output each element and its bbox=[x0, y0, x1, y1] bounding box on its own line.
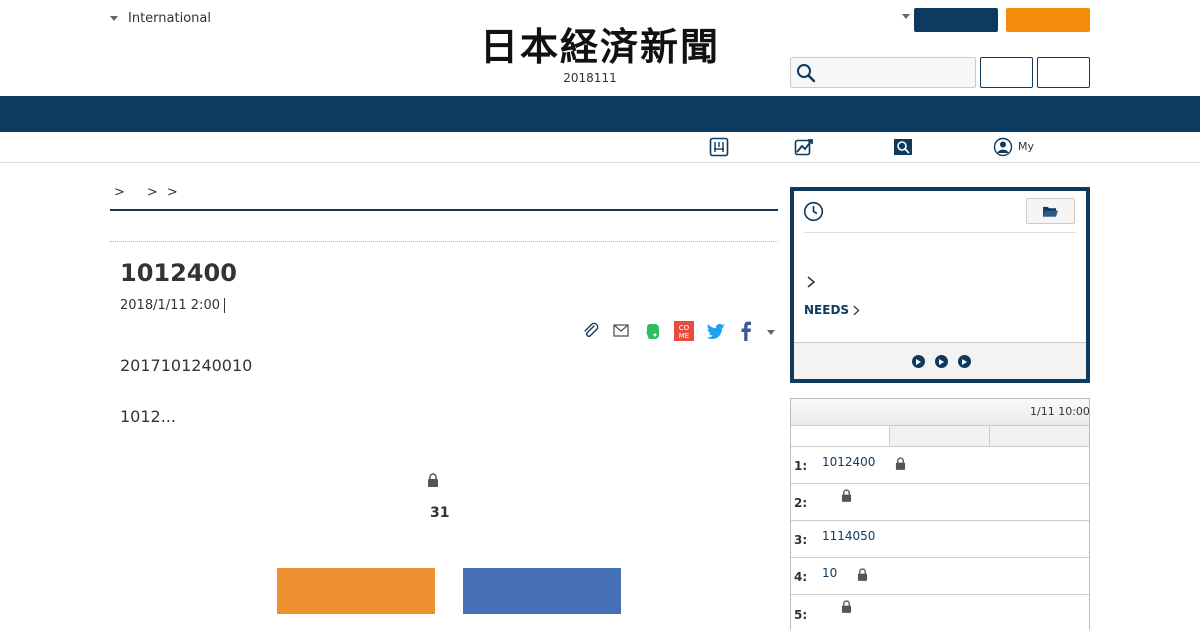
clock-icon bbox=[803, 201, 824, 222]
rank-number: 3: bbox=[794, 533, 808, 547]
user-profile-icon[interactable] bbox=[993, 137, 1013, 157]
paywall-count: 31 bbox=[430, 505, 450, 521]
ranking-tab-3[interactable] bbox=[989, 426, 1089, 446]
ranking-row[interactable]: 3: 1114050 bbox=[791, 521, 1089, 558]
clip-icon[interactable] bbox=[580, 320, 602, 342]
svg-text:CO: CO bbox=[679, 324, 690, 332]
lock-icon bbox=[895, 457, 906, 470]
ranking-row[interactable]: 1: 1012400 bbox=[791, 447, 1089, 484]
breadcrumb: > > > bbox=[110, 185, 778, 211]
divider bbox=[804, 232, 1076, 233]
paper-viewer-icon[interactable] bbox=[709, 137, 729, 157]
facebook-icon[interactable] bbox=[735, 320, 757, 342]
ranking-tab-2[interactable] bbox=[890, 426, 990, 446]
edition-date: 2018111 bbox=[563, 71, 617, 85]
svg-text:ME: ME bbox=[679, 332, 689, 340]
lock-icon bbox=[428, 473, 438, 487]
caret-down-icon bbox=[110, 16, 118, 21]
account-caret-icon[interactable] bbox=[902, 14, 910, 19]
lock-icon bbox=[857, 568, 868, 581]
search-input[interactable] bbox=[790, 57, 976, 88]
rank-number: 4: bbox=[794, 570, 808, 584]
rank-number: 2: bbox=[794, 496, 808, 510]
login-button[interactable] bbox=[914, 8, 998, 32]
nikkei-logo[interactable]: 日本経済新聞 bbox=[450, 26, 750, 68]
rank-number: 1: bbox=[794, 459, 808, 473]
chevron-right-icon[interactable] bbox=[806, 276, 816, 288]
folder-button[interactable] bbox=[1026, 198, 1075, 224]
ranking-tab-1[interactable] bbox=[791, 426, 891, 446]
share-more-caret-icon[interactable] bbox=[767, 330, 775, 335]
rank-headline[interactable]: 1012400 bbox=[822, 455, 875, 469]
circle-arrow-icon[interactable] bbox=[935, 355, 948, 368]
evernote-icon[interactable] bbox=[641, 320, 663, 342]
company-search-icon[interactable] bbox=[893, 137, 913, 157]
article-paragraph: 1012... bbox=[120, 407, 176, 426]
search-icon[interactable] bbox=[796, 63, 816, 83]
divider bbox=[110, 241, 778, 242]
international-label: International bbox=[128, 11, 211, 26]
chevron-right-icon bbox=[853, 305, 860, 315]
article-paragraph: 2017101240010 bbox=[120, 356, 253, 375]
market-chart-icon[interactable] bbox=[794, 137, 814, 157]
article-date: 2018/1/11 2:00 bbox=[120, 298, 225, 313]
article-date-text: 2018/1/11 2:00 bbox=[120, 298, 220, 313]
header-outline-button-2[interactable] bbox=[1037, 57, 1090, 88]
ranking-row[interactable]: 4: 10 bbox=[791, 558, 1089, 595]
mail-icon[interactable] bbox=[610, 320, 632, 342]
main-navigation-bar bbox=[0, 96, 1200, 132]
circle-arrow-icon[interactable] bbox=[912, 355, 925, 368]
ranking-row[interactable]: 5: bbox=[791, 596, 1089, 630]
ranking-row[interactable]: 2: bbox=[791, 484, 1089, 521]
ranking-tabs bbox=[791, 426, 1089, 447]
my-page-label[interactable]: My bbox=[1018, 140, 1034, 153]
circle-arrow-icon[interactable] bbox=[958, 355, 971, 368]
rank-headline[interactable]: 1114050 bbox=[822, 529, 875, 543]
folder-icon bbox=[1043, 206, 1058, 217]
divider bbox=[794, 342, 1086, 343]
header-outline-button-1[interactable] bbox=[980, 57, 1033, 88]
twitter-icon[interactable] bbox=[705, 320, 727, 342]
breadcrumb-separator: > bbox=[166, 185, 178, 200]
lock-icon bbox=[841, 600, 852, 613]
comemo-icon[interactable]: CO ME bbox=[673, 320, 695, 342]
subscribe-button[interactable] bbox=[1006, 8, 1090, 32]
breadcrumb-separator: > bbox=[146, 185, 158, 200]
lock-icon bbox=[841, 489, 852, 502]
paywall-login-button[interactable] bbox=[463, 568, 621, 614]
article-title: 1012400 bbox=[120, 259, 237, 287]
breadcrumb-separator: > bbox=[114, 185, 125, 200]
needs-link[interactable]: NEEDS bbox=[804, 303, 860, 317]
paywall-subscribe-button[interactable] bbox=[277, 568, 435, 614]
needs-label: NEEDS bbox=[804, 303, 850, 317]
ranking-updated-time: 1/11 10:00 bbox=[1030, 405, 1090, 418]
date-separator bbox=[223, 298, 225, 313]
rank-headline[interactable]: 10 bbox=[822, 566, 837, 580]
international-toggle[interactable]: International bbox=[110, 11, 211, 26]
rank-number: 5: bbox=[794, 608, 808, 622]
